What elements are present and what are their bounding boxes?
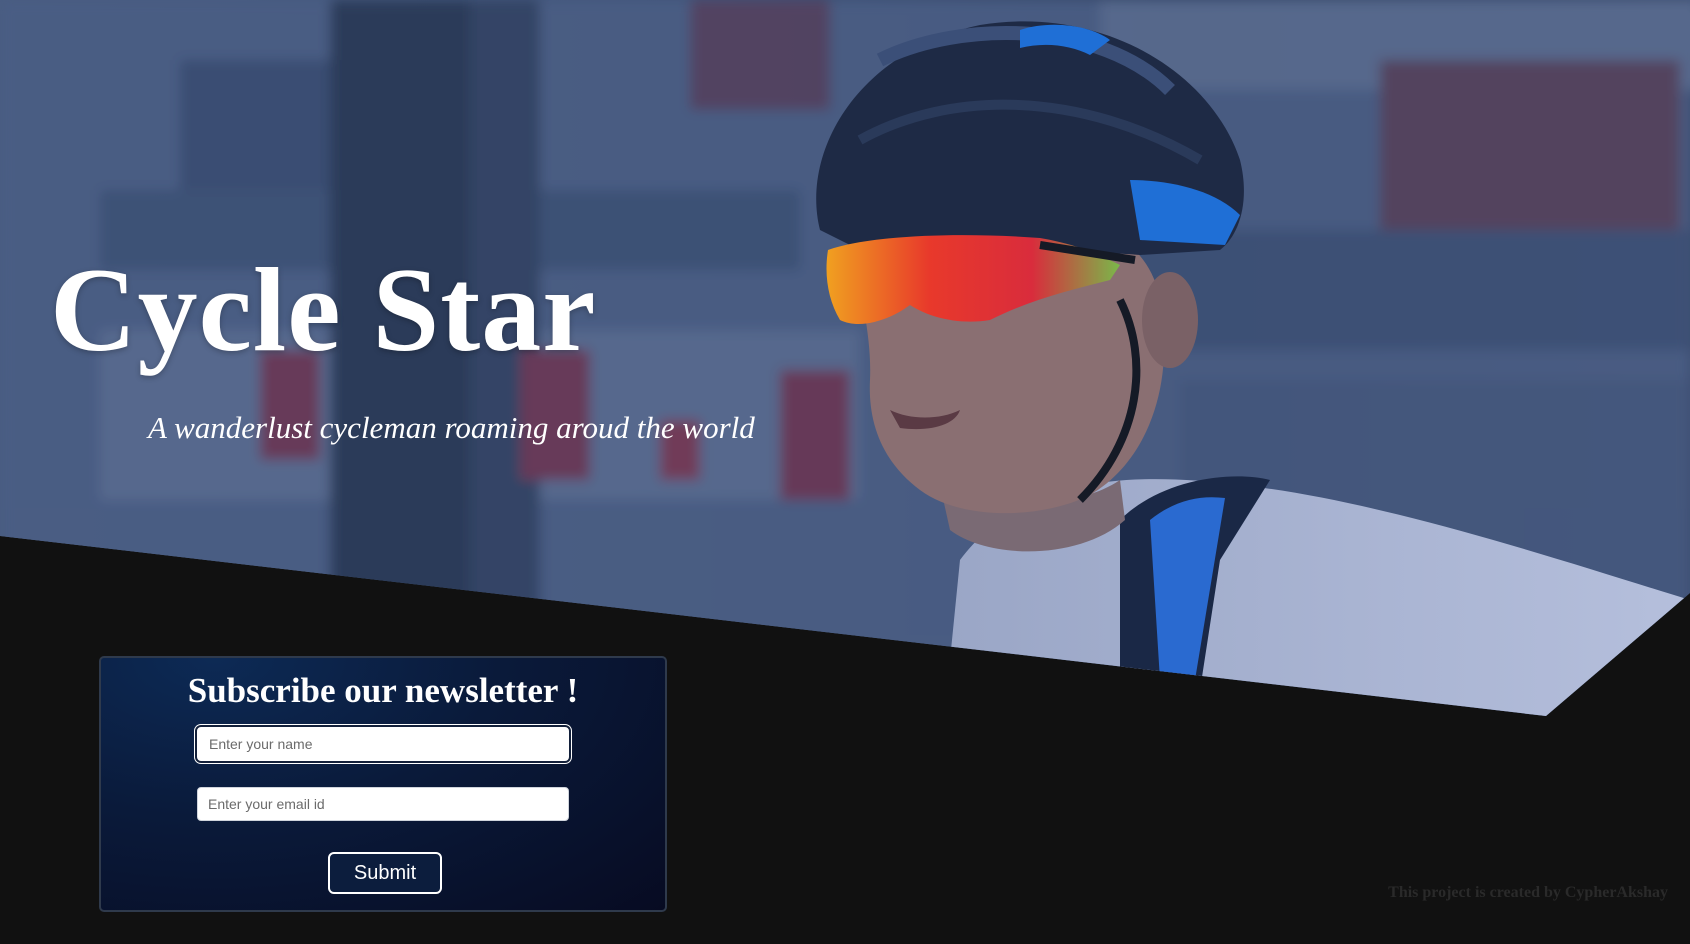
- newsletter-heading: Subscribe our newsletter !: [187, 671, 579, 710]
- submit-button[interactable]: Submit: [328, 852, 442, 894]
- footer-credit: This project is created by CypherAkshay: [1388, 884, 1668, 901]
- page: Cycle Star A wanderlust cycleman roaming…: [0, 0, 1690, 944]
- name-input[interactable]: [197, 727, 569, 761]
- email-input[interactable]: [197, 787, 569, 821]
- newsletter-card: Subscribe our newsletter ! Submit: [99, 656, 667, 912]
- hero-title: Cycle Star: [50, 243, 597, 376]
- hero-subtitle: A wanderlust cycleman roaming aroud the …: [148, 410, 755, 445]
